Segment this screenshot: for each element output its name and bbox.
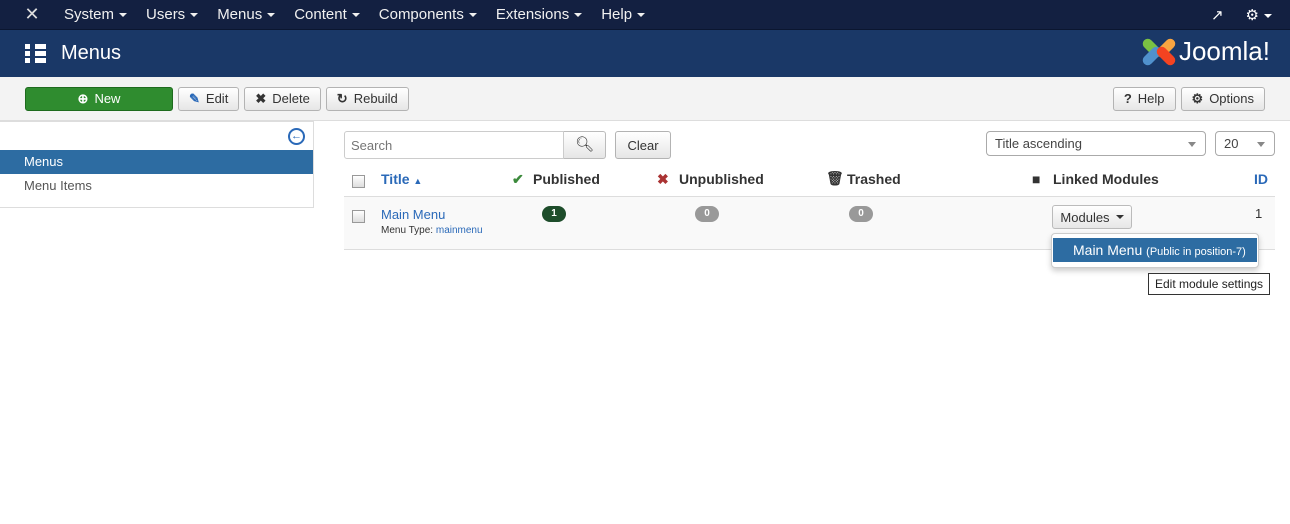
tooltip: Edit module settings: [1148, 273, 1271, 295]
label: Options: [1209, 91, 1254, 106]
question-icon: ?: [1123, 91, 1132, 106]
page-header: Menus Joomla!: [0, 30, 1290, 77]
cube-icon: ■: [1032, 171, 1041, 187]
arrow-left-icon[interactable]: ←: [288, 128, 305, 145]
nav-label: Menus: [217, 6, 263, 23]
row-id: 1: [1255, 206, 1263, 221]
trashed-header: Trashed: [847, 171, 901, 187]
modules-dropdown: Main Menu (Public in position-7): [1051, 233, 1259, 268]
label: Rebuild: [353, 91, 398, 106]
nav-content[interactable]: Content: [294, 6, 360, 23]
linked-modules-header: Linked Modules: [1053, 171, 1159, 187]
sidebar-item-menus[interactable]: Menus: [0, 150, 313, 174]
sidebar-item-menu-items[interactable]: Menu Items: [0, 174, 313, 198]
nav-label: Content: [294, 6, 347, 23]
menu-type-label: Menu Type:: [381, 225, 434, 236]
label: Edit: [205, 91, 229, 106]
select-all-checkbox[interactable]: [352, 175, 365, 188]
menu-type: Menu Type: mainmenu: [381, 225, 483, 236]
trash-icon: 🗑︎: [826, 170, 844, 186]
help-button[interactable]: ? Help: [1112, 86, 1176, 111]
joomla-logo: Joomla!: [1140, 36, 1270, 67]
dropdown-item-main-menu[interactable]: Main Menu (Public in position-7): [1053, 238, 1257, 262]
joomla-icon[interactable]: ✕: [0, 4, 64, 25]
clear-button[interactable]: Clear: [615, 131, 671, 159]
refresh-icon: ↻: [336, 90, 348, 106]
item-label: Main Menu: [1073, 242, 1143, 258]
limit-value: 20: [1224, 136, 1239, 151]
page-title: Menus: [61, 42, 122, 64]
item-detail: (Public in position-7): [1146, 246, 1246, 258]
limit-select[interactable]: 20: [1215, 131, 1275, 156]
trashed-badge: 0: [849, 206, 873, 222]
label: Help: [1137, 91, 1165, 106]
options-button[interactable]: ⚙ Options: [1180, 86, 1265, 111]
menu-type-value[interactable]: mainmenu: [436, 225, 483, 236]
top-navbar: ✕ System Users Menus Content Components …: [0, 0, 1290, 30]
unpublished-icon: ✖: [657, 171, 669, 187]
nav-label: Users: [146, 6, 186, 23]
sort-asc-icon: ▲: [413, 176, 423, 186]
brand-text: Joomla!: [1178, 36, 1270, 66]
nav-label: Extensions: [495, 6, 570, 23]
title-header[interactable]: Title: [381, 171, 410, 187]
table-header: Title ▲ ✔ Published ✖ Unpublished 🗑︎ Tra…: [344, 163, 1275, 197]
search-icon: 🔍︎: [574, 136, 595, 153]
nav-extensions[interactable]: Extensions: [495, 6, 583, 23]
published-badge[interactable]: 1: [542, 206, 566, 222]
label: Modules: [1060, 209, 1110, 225]
label: New: [94, 91, 121, 106]
edit-icon: ✎: [189, 90, 200, 106]
list-icon: [25, 44, 46, 63]
close-icon: ✖: [255, 90, 267, 106]
search-group: 🔍︎: [344, 131, 606, 159]
nav-components[interactable]: Components: [379, 6, 477, 23]
menu-title-link[interactable]: Main Menu: [381, 207, 445, 222]
sort-select[interactable]: Title ascending: [986, 131, 1206, 156]
nav-help[interactable]: Help: [601, 6, 646, 23]
external-link-icon[interactable]: ↗: [1211, 6, 1224, 24]
new-button[interactable]: ⊕ New: [25, 86, 173, 111]
rebuild-button[interactable]: ↻ Rebuild: [325, 86, 409, 111]
sort-value: Title ascending: [995, 136, 1082, 151]
nav-label: Help: [601, 6, 633, 23]
unpublished-badge: 0: [695, 206, 719, 222]
id-header[interactable]: ID: [1254, 171, 1268, 187]
nav-label: System: [64, 6, 115, 23]
edit-button[interactable]: ✎ Edit: [178, 86, 240, 111]
sidebar: ← Menus Menu Items: [0, 121, 314, 208]
search-button[interactable]: 🔍︎: [564, 131, 606, 159]
gear-icon: ⚙: [1191, 90, 1204, 106]
gear-icon[interactable]: ⚙: [1246, 6, 1272, 24]
unpublished-header: Unpublished: [679, 171, 764, 187]
plus-circle-icon: ⊕: [77, 90, 89, 106]
search-input[interactable]: [344, 131, 564, 159]
published-header: Published: [533, 171, 600, 187]
delete-button[interactable]: ✖ Delete: [244, 86, 321, 111]
nav-menus[interactable]: Menus: [217, 6, 276, 23]
nav-users[interactable]: Users: [146, 6, 199, 23]
label: Delete: [272, 91, 310, 106]
nav-label: Components: [378, 6, 464, 23]
nav-system[interactable]: System: [64, 6, 128, 23]
row-checkbox[interactable]: [352, 210, 365, 223]
modules-dropdown-button[interactable]: Modules: [1052, 205, 1132, 229]
title-sort-link[interactable]: Title ▲: [381, 171, 422, 187]
check-icon: ✔: [512, 171, 524, 187]
toolbar: ⊕ New ✎ Edit ✖ Delete ↻ Rebuild ? Help ⚙ Optio…: [0, 77, 1290, 121]
